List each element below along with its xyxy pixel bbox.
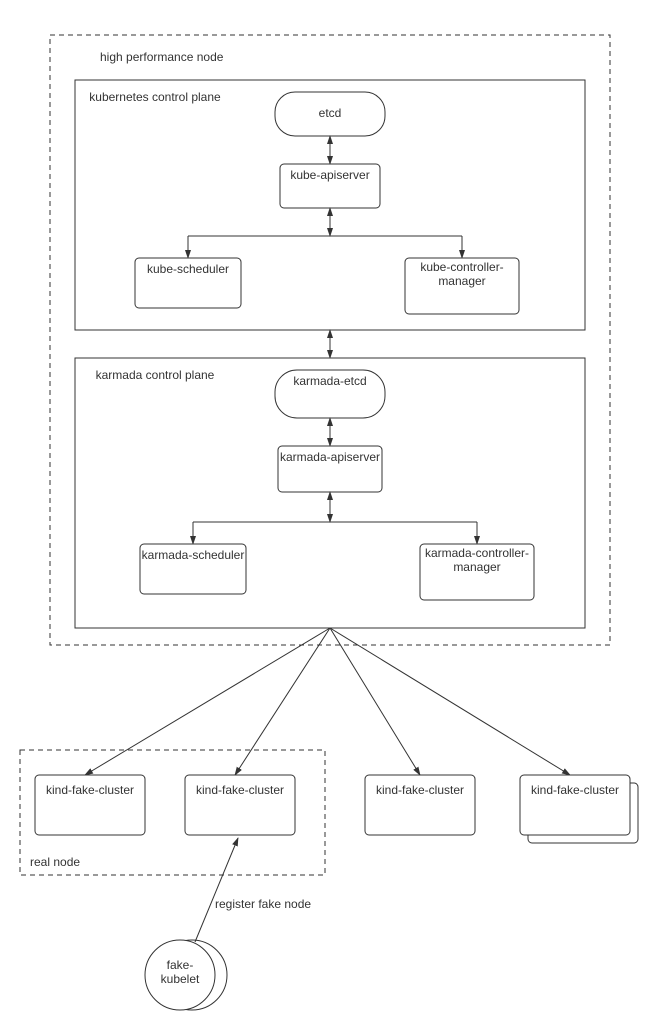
kube-apiserver-label: kube-apiserver [280, 168, 380, 182]
diagram: high performance node kubernetes control… [0, 0, 661, 1029]
register-fake-node-label: register fake node [215, 897, 311, 911]
high-performance-node-label: high performance node [100, 50, 224, 64]
karmada-control-plane-label: karmada control plane [85, 368, 225, 382]
karmada-etcd-label: karmada-etcd [275, 374, 385, 388]
karmada-apiserver-label: karmada-apiserver [278, 450, 382, 464]
karmada-controller-manager-label: karmada-controller-manager [420, 546, 534, 574]
real-node-label: real node [30, 855, 80, 869]
cluster-4-label: kind-fake-cluster [520, 783, 630, 797]
cluster-1-label: kind-fake-cluster [35, 783, 145, 797]
k8s-control-plane-label: kubernetes control plane [85, 90, 225, 104]
fanout-4 [330, 628, 570, 775]
fanout-1 [85, 628, 330, 775]
fanout-2 [235, 628, 330, 775]
kube-scheduler-label: kube-scheduler [135, 262, 241, 276]
fake-kubelet-register-link [195, 838, 238, 942]
fanout-3 [330, 628, 420, 775]
karmada-scheduler-label: karmada-scheduler [140, 548, 246, 562]
cluster-2-label: kind-fake-cluster [185, 783, 295, 797]
kube-controller-manager-label: kube-controller-manager [405, 260, 519, 288]
cluster-3-label: kind-fake-cluster [365, 783, 475, 797]
fake-kubelet-label: fake-kubelet [148, 958, 212, 986]
etcd-label: etcd [319, 106, 342, 120]
